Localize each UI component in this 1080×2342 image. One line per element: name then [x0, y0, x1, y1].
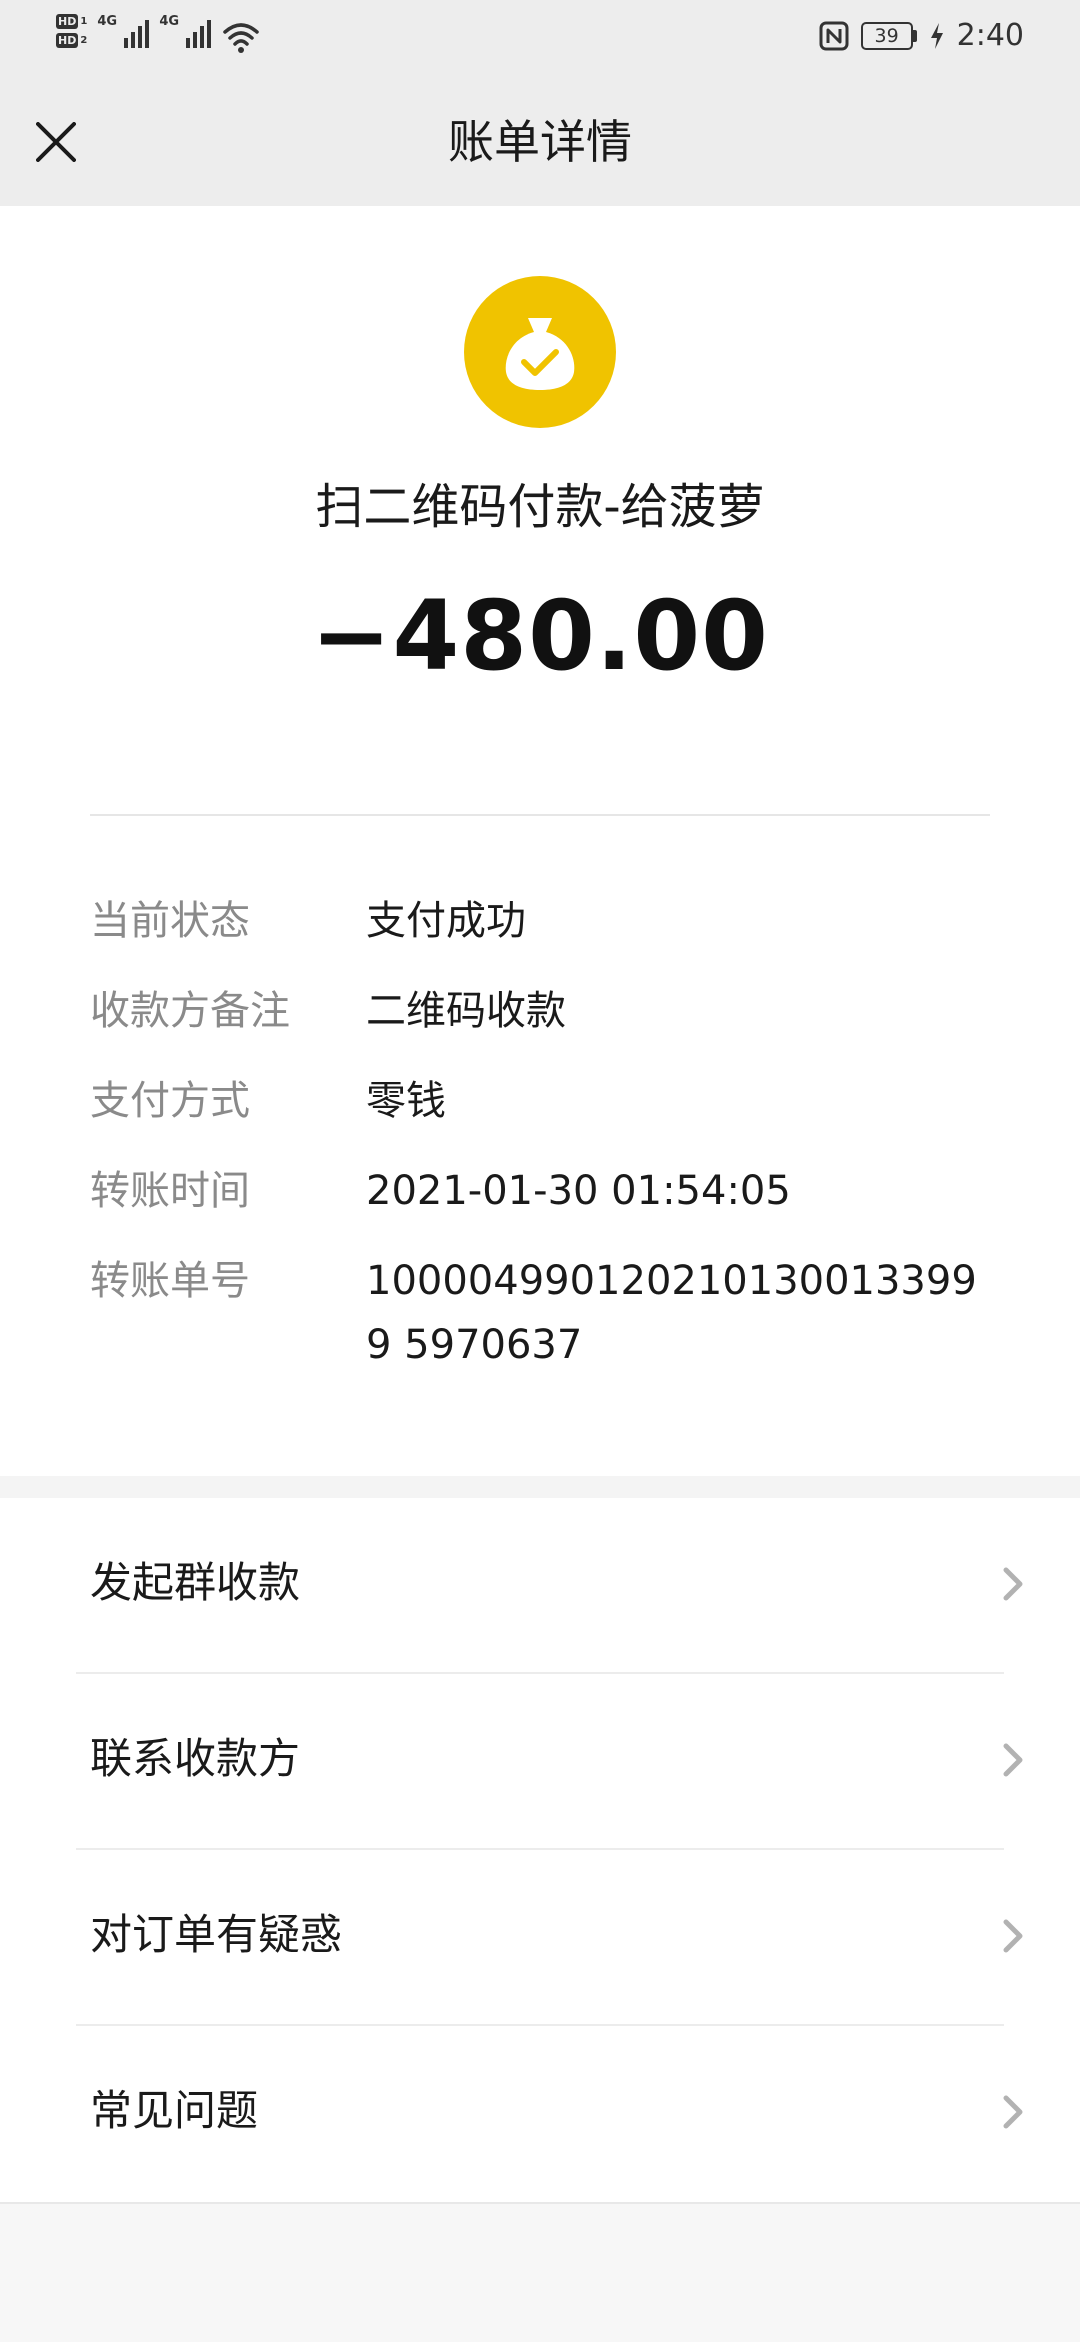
- action-faq[interactable]: 常见问题: [0, 2026, 1080, 2202]
- charging-icon: [930, 22, 943, 49]
- action-label: 发起群收款: [90, 1558, 301, 1607]
- wifi-icon: [223, 23, 260, 53]
- signal-icon: 4G: [159, 14, 212, 54]
- status-bar-left: HD 1 HD 2 4G 4G: [56, 14, 261, 58]
- network-type-label: 4G: [159, 14, 180, 29]
- signal-bars: [186, 20, 212, 48]
- transfer-number-value: 1000049901202101300133999 5970637: [366, 1258, 977, 1368]
- status-bar: HD 1 HD 2 4G 4G 39 2:40: [0, 0, 1080, 78]
- hd-icon: HD: [56, 14, 79, 29]
- action-group-collect[interactable]: 发起群收款: [0, 1498, 1080, 1674]
- detail-label: 支付方式: [90, 1078, 250, 1124]
- detail-label: 当前状态: [90, 898, 250, 944]
- chevron-right-icon: [1003, 1567, 1023, 1601]
- hd-indicator-2: HD 2: [56, 33, 87, 48]
- transaction-amount: −480.00: [311, 580, 769, 692]
- network-type-label: 4G: [97, 14, 118, 29]
- page-title: 账单详情: [448, 115, 632, 169]
- detail-row-status: 当前状态 支付成功: [90, 876, 990, 966]
- detail-value: 二维码收款: [366, 988, 566, 1034]
- action-label: 常见问题: [90, 2086, 259, 2135]
- hd-indicator-1: HD 1: [56, 14, 87, 29]
- detail-value: 零钱: [366, 1078, 446, 1124]
- hd-indicators: HD 1 HD 2: [56, 14, 87, 48]
- action-list: 发起群收款 联系收款方 对订单有疑惑 常见问题: [0, 1498, 1080, 2202]
- detail-value: 2021-01-30 01:54:05: [366, 1168, 791, 1214]
- action-label: 对订单有疑惑: [90, 1910, 343, 1959]
- signal-icon: 4G: [97, 14, 150, 54]
- detail-row-transfer-time: 转账时间 2021-01-30 01:54:05: [90, 1146, 990, 1236]
- action-contact-payee[interactable]: 联系收款方: [0, 1674, 1080, 1850]
- divider: [90, 814, 990, 816]
- action-label: 联系收款方: [90, 1734, 301, 1783]
- section-separator: [0, 1476, 1080, 1498]
- detail-label: 收款方备注: [90, 988, 290, 1034]
- bottom-blank-area: [0, 2202, 1080, 2342]
- nfc-icon: [819, 21, 849, 50]
- detail-label: 转账时间: [90, 1168, 250, 1214]
- transaction-title: 扫二维码付款-给菠萝: [315, 479, 765, 535]
- detail-row-payee-note: 收款方备注 二维码收款: [90, 966, 990, 1056]
- hd-icon: HD: [56, 33, 79, 48]
- chevron-right-icon: [1003, 2095, 1023, 2129]
- hd-sub-label: 1: [80, 16, 88, 27]
- detail-label: 转账单号: [90, 1258, 250, 1304]
- hd-sub-label: 2: [80, 35, 88, 46]
- chevron-right-icon: [1003, 1743, 1023, 1777]
- signal-bars: [124, 20, 150, 48]
- bill-detail-card: 扫二维码付款-给菠萝 −480.00 当前状态 支付成功 收款方备注 二维码收款…: [0, 206, 1080, 1476]
- battery-icon: 39: [860, 21, 917, 50]
- status-time: 2:40: [956, 18, 1024, 53]
- money-bag-check-icon: [464, 276, 616, 428]
- detail-row-transfer-number: 转账单号 1000049901202101300133999 5970637: [90, 1236, 990, 1377]
- detail-value: 支付成功: [366, 898, 526, 944]
- detail-list: 当前状态 支付成功 收款方备注 二维码收款 支付方式 零钱 转账时间 2021-…: [90, 876, 990, 1377]
- action-order-question[interactable]: 对订单有疑惑: [0, 1850, 1080, 2026]
- detail-row-payment-method: 支付方式 零钱: [90, 1056, 990, 1146]
- title-bar: 账单详情: [0, 78, 1080, 206]
- chevron-right-icon: [1003, 1919, 1023, 1953]
- battery-level: 39: [860, 21, 913, 50]
- status-bar-right: 39 2:40: [819, 18, 1024, 53]
